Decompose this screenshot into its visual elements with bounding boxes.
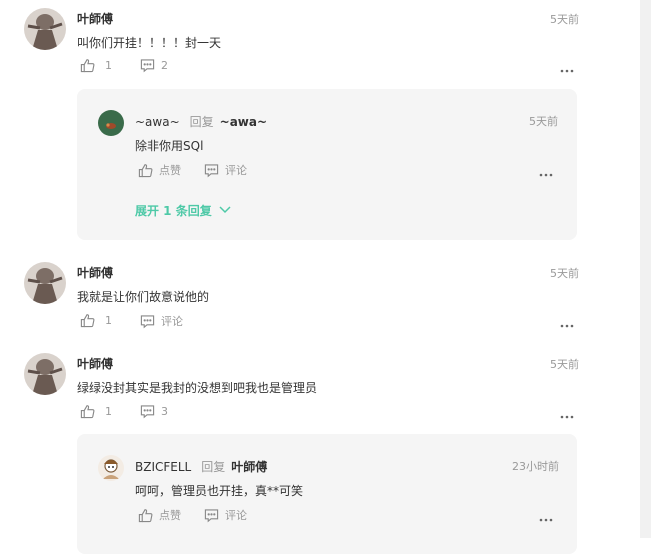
thumbs-up-icon: [138, 508, 153, 523]
like-button[interactable]: 1: [80, 404, 112, 419]
reply-box: BZICFELL 回复 叶師傅 23小时前 呵呵，管理员也开挂，真**可笑 点赞 评…: [77, 434, 577, 554]
chevron-down-icon: [218, 204, 232, 218]
avatar[interactable]: [24, 8, 66, 50]
reply-header: ~awa~ 回复 ~awa~: [135, 113, 267, 130]
reply-count: 3: [161, 405, 168, 418]
like-count: 1: [105, 314, 112, 327]
comment-author[interactable]: 叶師傅: [77, 355, 113, 372]
avatar[interactable]: [24, 353, 66, 395]
reply-target[interactable]: 叶師傅: [231, 460, 267, 474]
reply-author[interactable]: ~awa~: [135, 115, 180, 129]
avatar[interactable]: [98, 455, 124, 481]
comment-icon: [204, 508, 219, 523]
comment-author[interactable]: 叶師傅: [77, 10, 113, 27]
like-button[interactable]: 1: [80, 58, 112, 73]
comment-icon: [140, 404, 155, 419]
comment-time: 5天前: [550, 267, 579, 280]
more-icon[interactable]: [538, 165, 554, 177]
reply-time: 23小时前: [512, 460, 559, 473]
comment-button[interactable]: 评论: [204, 507, 247, 523]
reply-count: 评论: [161, 315, 183, 328]
thumbs-up-icon: [80, 404, 95, 419]
reply-target[interactable]: ~awa~: [220, 115, 267, 129]
comment-time: 5天前: [550, 13, 579, 26]
like-label: 点赞: [159, 509, 181, 522]
more-icon[interactable]: [559, 407, 575, 419]
comment-icon: [140, 58, 155, 73]
comment-content: 绿绿没封其实是我封的没想到吧我也是管理员: [77, 381, 318, 395]
comment-author[interactable]: 叶師傅: [77, 264, 113, 281]
comment-content: 我就是让你们故意说他的: [77, 290, 210, 304]
thumbs-up-icon: [80, 58, 95, 73]
reply-label: 回复: [201, 460, 226, 474]
more-icon[interactable]: [538, 510, 554, 522]
reply-content: 呵呵，管理员也开挂，真**可笑: [135, 484, 304, 498]
comment-label: 评论: [225, 509, 247, 522]
comment-button[interactable]: 2: [140, 58, 168, 73]
reply-box: ~awa~ 回复 ~awa~ 5天前 除非你用SQl 点赞 评论 展开 1 条回复: [77, 89, 577, 240]
comment-content: 叫你们开挂！！！！封一天: [77, 36, 222, 50]
like-button[interactable]: 点赞: [138, 162, 181, 178]
like-label: 点赞: [159, 164, 181, 177]
comment-button[interactable]: 评论: [204, 162, 247, 178]
comment-icon: [204, 163, 219, 178]
comment-button[interactable]: 评论: [140, 313, 183, 329]
comment-icon: [140, 314, 155, 329]
more-icon[interactable]: [559, 316, 575, 328]
reply-count: 2: [161, 59, 168, 72]
like-button[interactable]: 1: [80, 313, 112, 328]
like-count: 1: [105, 59, 112, 72]
thumbs-up-icon: [138, 163, 153, 178]
avatar[interactable]: [98, 110, 124, 136]
reply-label: 回复: [189, 115, 214, 129]
expand-label: 展开 1 条回复: [135, 204, 212, 218]
avatar[interactable]: [24, 262, 66, 304]
expand-replies-button[interactable]: 展开 1 条回复: [135, 202, 232, 219]
like-button[interactable]: 点赞: [138, 507, 181, 523]
more-icon[interactable]: [559, 61, 575, 73]
thumbs-up-icon: [80, 313, 95, 328]
reply-author[interactable]: BZICFELL: [135, 460, 191, 474]
reply-time: 5天前: [529, 115, 558, 128]
reply-content: 除非你用SQl: [135, 139, 204, 153]
comment-time: 5天前: [550, 358, 579, 371]
reply-header: BZICFELL 回复 叶師傅: [135, 458, 267, 475]
scrollbar[interactable]: [640, 0, 651, 538]
comment-button[interactable]: 3: [140, 404, 168, 419]
like-count: 1: [105, 405, 112, 418]
comment-label: 评论: [225, 164, 247, 177]
